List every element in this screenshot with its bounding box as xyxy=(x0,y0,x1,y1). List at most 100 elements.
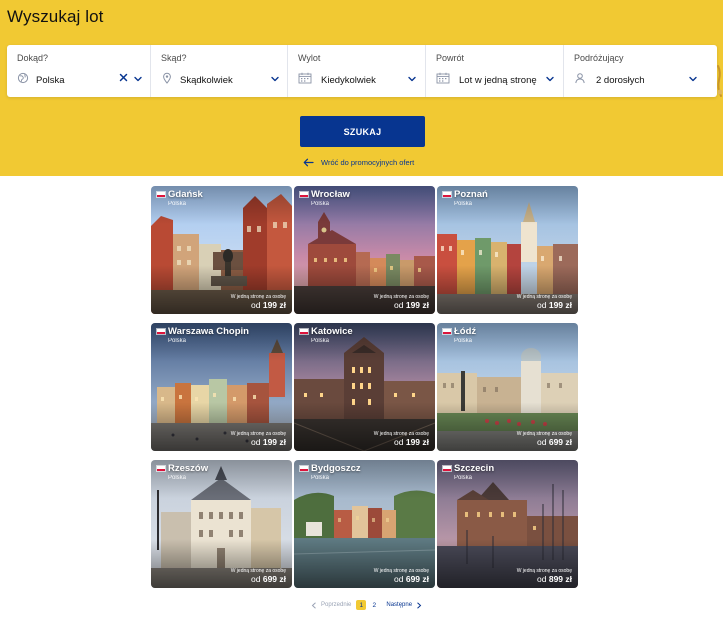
decorative-illustration xyxy=(717,65,723,97)
city-name: Bydgoszcz xyxy=(311,463,361,474)
destination-value: Polska xyxy=(36,75,65,86)
return-date-field[interactable]: Powrót Lot w jedną stronę xyxy=(425,45,563,97)
price-value: 699 zł xyxy=(405,574,429,584)
page-1-button[interactable]: 1 xyxy=(356,600,367,610)
passengers-value: 2 dorosłych xyxy=(596,75,645,86)
destination-card-rzeszow[interactable]: Rzeszów Polska W jedną stronę za osobę o… xyxy=(151,460,292,588)
page-title: Wyszukaj lot xyxy=(7,7,104,26)
country-name: Polska xyxy=(168,338,187,344)
destination-field[interactable]: Dokąd? Polska xyxy=(7,45,150,97)
next-page-button[interactable]: Następne xyxy=(386,601,422,609)
poland-flag-icon xyxy=(299,328,309,335)
poland-flag-icon xyxy=(156,465,166,472)
passengers-label: Podróżujący xyxy=(574,53,624,63)
chevron-down-icon[interactable] xyxy=(133,74,143,84)
chevron-down-icon[interactable] xyxy=(407,74,417,84)
country-name: Polska xyxy=(454,201,473,207)
city-name: Poznań xyxy=(454,189,488,200)
poland-flag-icon xyxy=(156,191,166,198)
destination-card-katowice[interactable]: Katowice Polska W jedną stronę za osobę … xyxy=(294,323,435,451)
poland-flag-icon xyxy=(442,191,452,198)
price: od 199 zł xyxy=(251,300,286,310)
calendar-icon xyxy=(436,72,450,84)
price-prefix: od xyxy=(537,437,547,447)
search-hero: Wyszukaj lot Dokąd? Polska Skąd? Skądkol… xyxy=(0,0,723,176)
departure-value: Kiedykolwiek xyxy=(321,75,376,86)
back-link-label: Wróć do promocyjnych ofert xyxy=(321,158,415,167)
poland-flag-icon xyxy=(299,191,309,198)
price-value: 199 zł xyxy=(405,437,429,447)
price: od 199 zł xyxy=(251,437,286,447)
destination-card-gdansk[interactable]: Gdańsk Polska W jedną stronę za osobę od… xyxy=(151,186,292,314)
departure-date-field[interactable]: Wylot Kiedykolwiek xyxy=(287,45,425,97)
price-prefix: od xyxy=(394,437,404,447)
chevron-down-icon[interactable] xyxy=(545,74,555,84)
destination-card-lodz[interactable]: Łódź Polska W jedną stronę za osobę od 6… xyxy=(437,323,578,451)
search-panel: Dokąd? Polska Skąd? Skądkolwiek Wylot Ki… xyxy=(7,45,717,97)
chevron-right-icon xyxy=(417,601,422,609)
poland-flag-icon xyxy=(156,328,166,335)
search-button[interactable]: SZUKAJ xyxy=(300,116,425,147)
country-name: Polska xyxy=(168,475,187,481)
calendar-icon xyxy=(298,72,312,84)
origin-field[interactable]: Skąd? Skądkolwiek xyxy=(150,45,287,97)
page-2-button[interactable]: 2 xyxy=(369,600,379,610)
departure-label: Wylot xyxy=(298,53,321,63)
destination-card-warszawa[interactable]: Warszawa Chopin Polska W jedną stronę za… xyxy=(151,323,292,451)
return-label: Powrót xyxy=(436,53,465,63)
price: od 199 zł xyxy=(537,300,572,310)
origin-value: Skądkolwiek xyxy=(180,75,233,86)
price-prefix: od xyxy=(251,437,261,447)
passengers-field[interactable]: Podróżujący 2 dorosłych xyxy=(563,45,717,97)
country-name: Polska xyxy=(311,475,330,481)
city-name: Katowice xyxy=(311,326,353,337)
clear-icon[interactable] xyxy=(118,72,129,83)
price: od 699 zł xyxy=(537,437,572,447)
country-name: Polska xyxy=(454,475,473,481)
poland-flag-icon xyxy=(442,328,452,335)
pagination: Poprzednie 1 2 Następne xyxy=(311,600,422,610)
country-name: Polska xyxy=(311,338,330,344)
country-name: Polska xyxy=(311,201,330,207)
poland-flag-icon xyxy=(299,465,309,472)
chevron-down-icon[interactable] xyxy=(688,74,698,84)
city-name: Warszawa Chopin xyxy=(168,326,249,337)
price-prefix: od xyxy=(251,574,261,584)
previous-page-button[interactable]: Poprzednie xyxy=(311,601,352,609)
price-prefix: od xyxy=(394,574,404,584)
destination-card-szczecin[interactable]: Szczecin Polska W jedną stronę za osobę … xyxy=(437,460,578,588)
back-to-offers-link[interactable]: Wróć do promocyjnych ofert xyxy=(303,158,414,167)
price-value: 199 zł xyxy=(262,300,286,310)
city-name: Rzeszów xyxy=(168,463,209,474)
destination-card-bydgoszcz[interactable]: Bydgoszcz Polska W jedną stronę za osobę… xyxy=(294,460,435,588)
origin-label: Skąd? xyxy=(161,53,187,63)
destination-card-wroclaw[interactable]: Wrocław Polska W jedną stronę za osobę o… xyxy=(294,186,435,314)
city-name: Łódź xyxy=(454,326,477,337)
city-name: Gdańsk xyxy=(168,189,203,200)
price-prefix: od xyxy=(251,300,261,310)
price-value: 199 zł xyxy=(405,300,429,310)
price-value: 199 zł xyxy=(548,300,572,310)
price-value: 699 zł xyxy=(548,437,572,447)
price: od 699 zł xyxy=(251,574,286,584)
destination-card-poznan[interactable]: Poznań Polska W jedną stronę za osobę od… xyxy=(437,186,578,314)
price-prefix: od xyxy=(537,574,547,584)
destination-label: Dokąd? xyxy=(17,53,49,63)
city-name: Szczecin xyxy=(454,463,495,474)
price: od 699 zł xyxy=(394,574,429,584)
city-name: Wrocław xyxy=(311,189,350,200)
return-value: Lot w jedną stronę xyxy=(459,75,537,86)
price: od 899 zł xyxy=(537,574,572,584)
price-value: 899 zł xyxy=(548,574,572,584)
arrow-left-icon xyxy=(303,158,314,167)
poland-flag-icon xyxy=(442,465,452,472)
price-prefix: od xyxy=(537,300,547,310)
price-prefix: od xyxy=(394,300,404,310)
map-pin-icon xyxy=(163,72,171,84)
price: od 199 zł xyxy=(394,300,429,310)
price: od 199 zł xyxy=(394,437,429,447)
person-icon xyxy=(575,73,585,84)
country-name: Polska xyxy=(168,201,187,207)
chevron-down-icon[interactable] xyxy=(270,74,280,84)
previous-page-label: Poprzednie xyxy=(321,602,352,608)
